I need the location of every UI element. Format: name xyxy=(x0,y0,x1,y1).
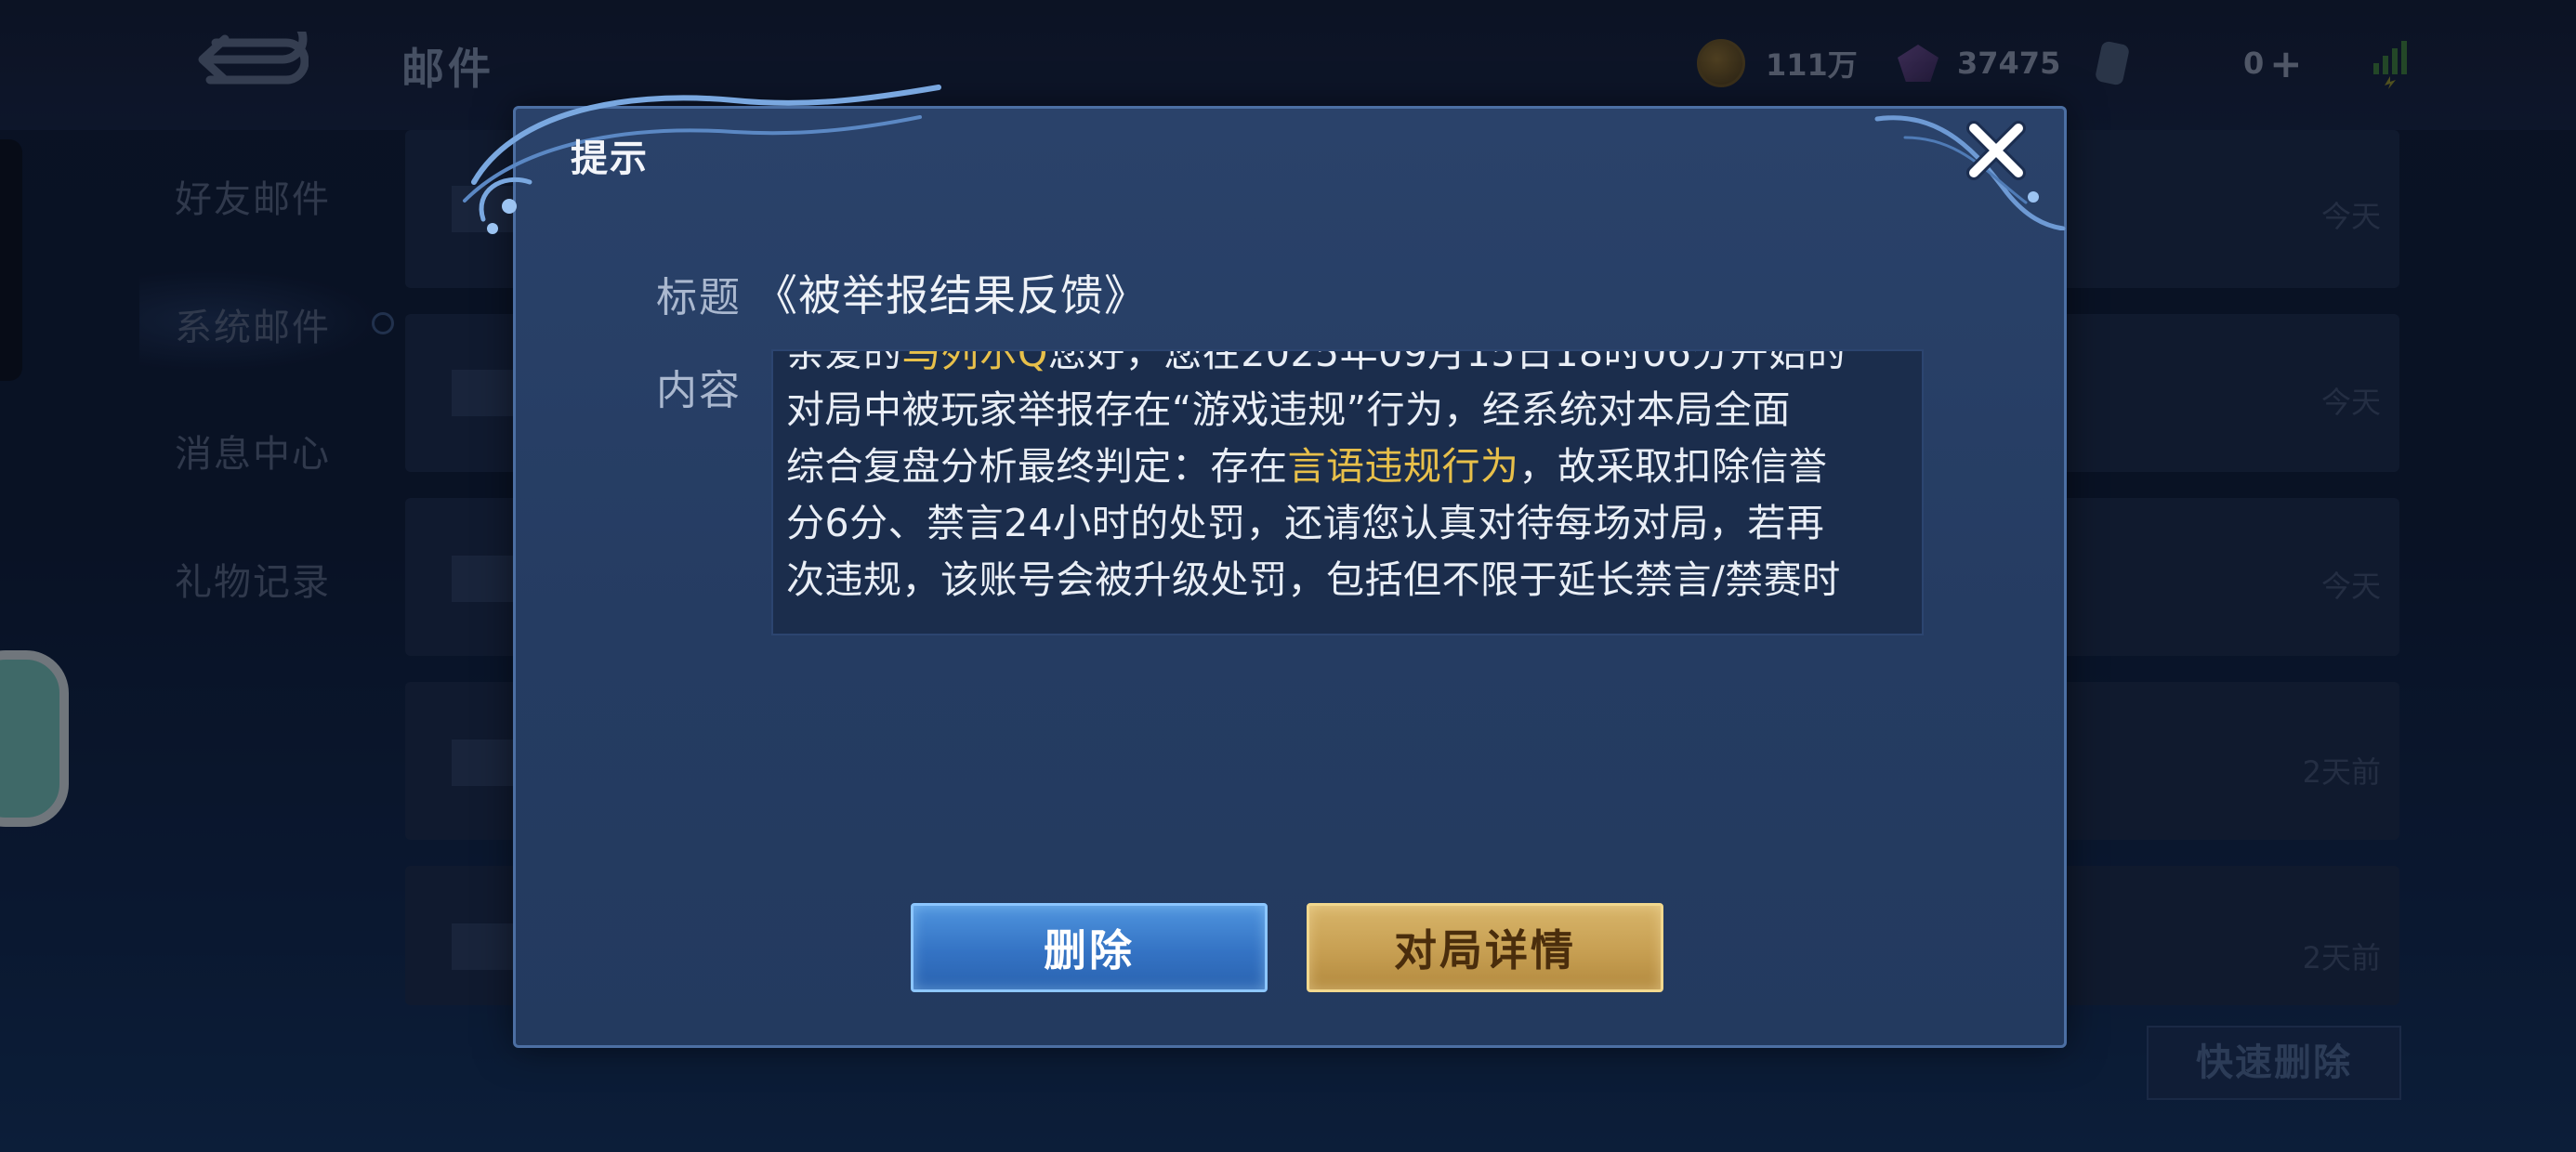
content-line3-prefix: 综合复盘分析最终判定：存在 xyxy=(786,444,1288,489)
content-line5: 次违规，该账号会被升级处罚，包括但不限于延长禁言/禁赛时 xyxy=(786,557,1841,602)
dialog-title: 提示 xyxy=(571,137,649,180)
content-line4: 分6分、禁言24小时的处罚，还请您认真对待每场对局，若再 xyxy=(786,501,1825,545)
delete-button[interactable]: 删除 xyxy=(911,903,1268,992)
content-line2: 对局中被玩家举报存在“游戏违规”行为，经系统对本局全面 xyxy=(786,387,1791,432)
violation-type: 言语违规行为 xyxy=(1287,444,1519,489)
content-label: 内容 xyxy=(656,367,742,414)
content-text: 亲爱的马列尔Q您好，您在2025年09月15日18时06分开始的 对局中被玩家举… xyxy=(786,349,1907,609)
player-name: 马列尔Q xyxy=(901,349,1048,375)
subject-value: 《被举报结果反馈》 xyxy=(755,270,1148,321)
close-icon[interactable] xyxy=(1963,117,2030,184)
content-line1-rest: 您好，您在2025年09月15日18时06分开始的 xyxy=(1047,349,1847,375)
subject-label: 标题 xyxy=(656,274,742,321)
cloud-ornament-icon xyxy=(463,85,941,234)
content-line1-prefix: 亲爱的 xyxy=(786,349,902,375)
content-scroll-box[interactable]: 亲爱的马列尔Q您好，您在2025年09月15日18时06分开始的 对局中被玩家举… xyxy=(771,349,1924,635)
match-details-button[interactable]: 对局详情 xyxy=(1307,903,1663,992)
content-line3-rest: ，故采取扣除信誉 xyxy=(1518,444,1828,489)
